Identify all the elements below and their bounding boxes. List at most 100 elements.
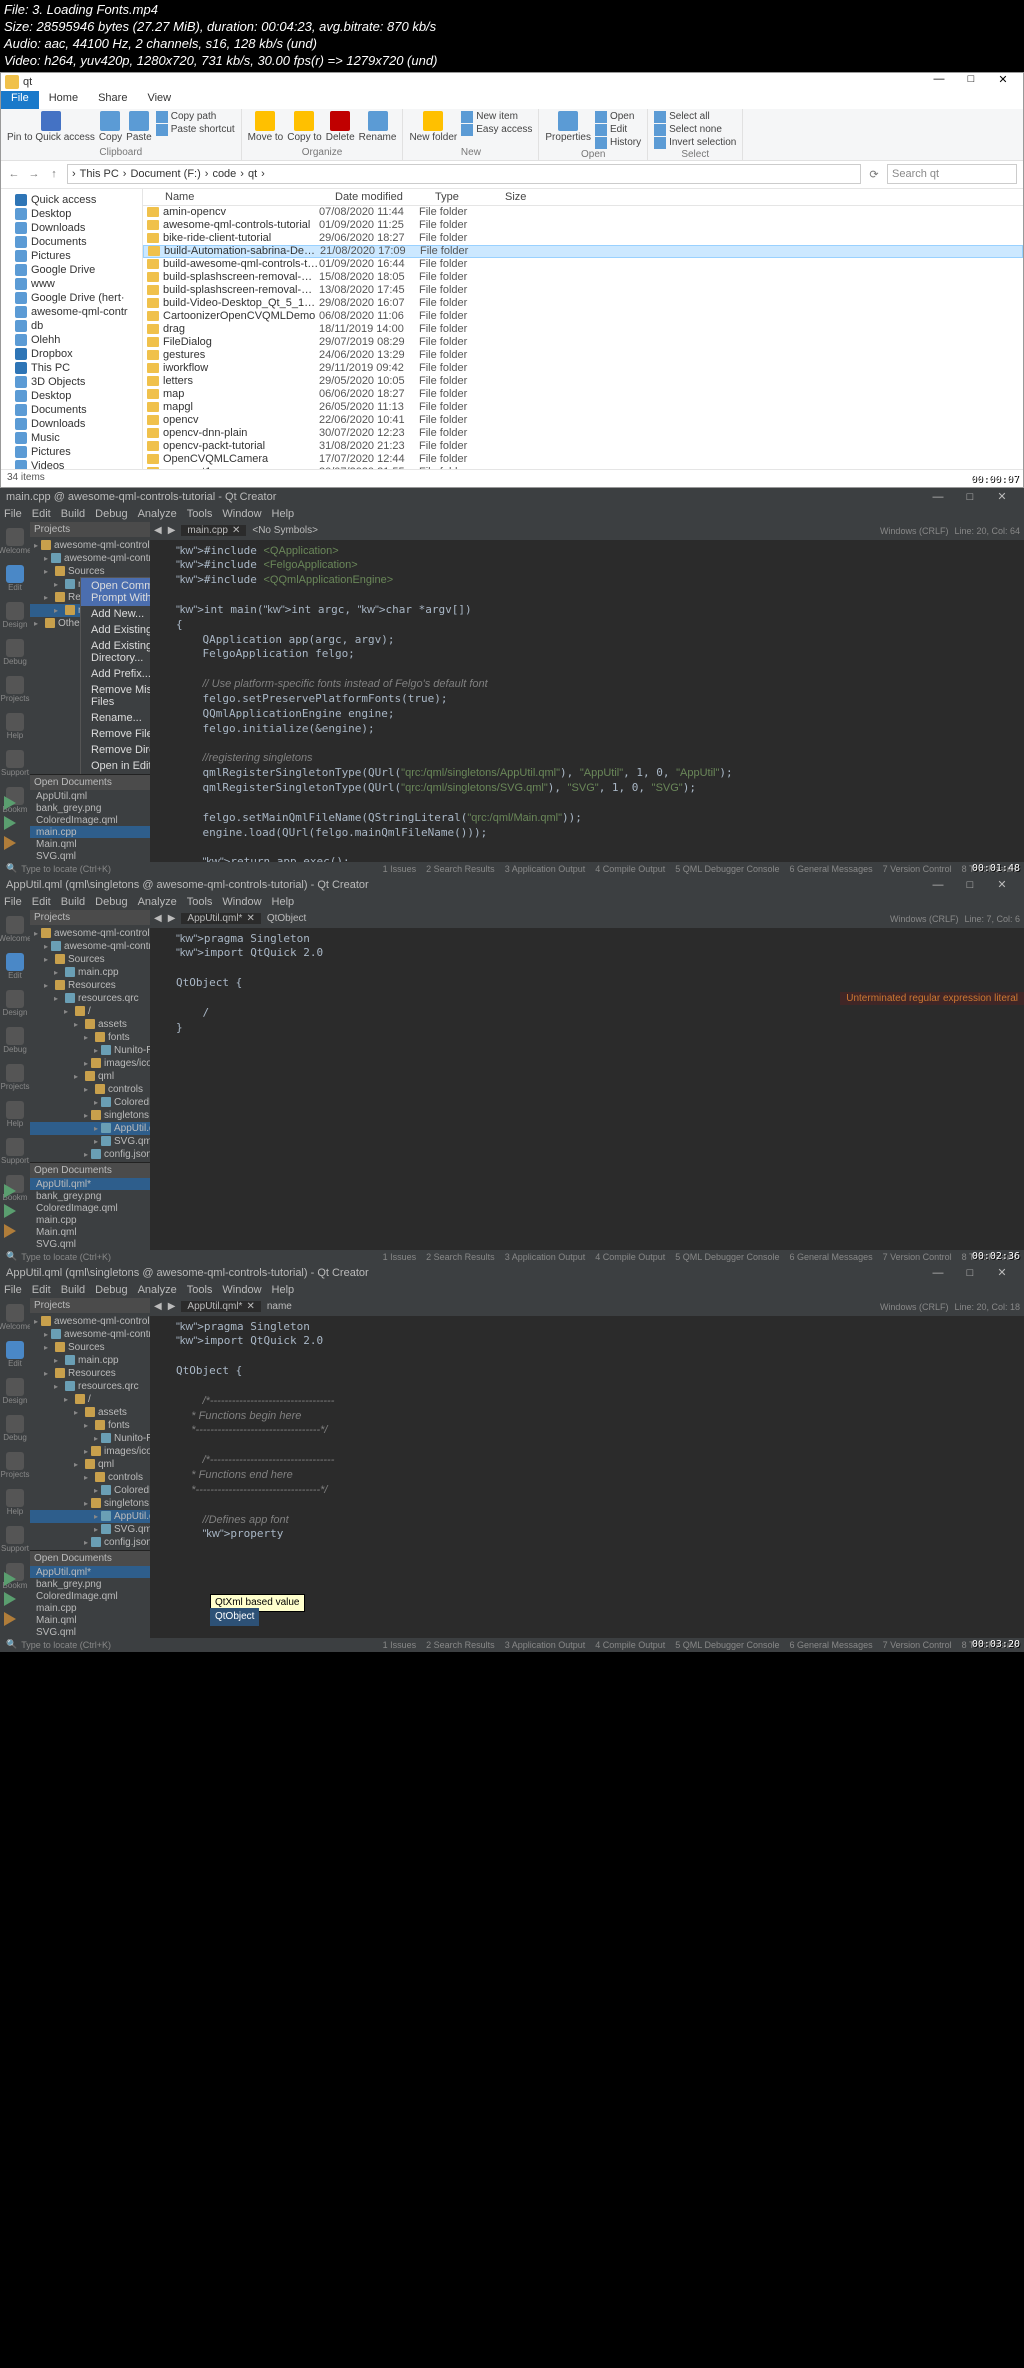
menu-item[interactable]: Edit bbox=[32, 508, 51, 520]
sidebar-item[interactable]: Documents bbox=[1, 235, 142, 249]
tab-share[interactable]: Share bbox=[88, 91, 137, 109]
mode-design[interactable]: Design bbox=[3, 990, 27, 1017]
sidebar-item[interactable]: Dropbox bbox=[1, 347, 142, 361]
sidebar-item[interactable]: Documents bbox=[1, 403, 142, 417]
code-area[interactable]: "kw">pragma Singleton "kw">import QtQuic… bbox=[150, 928, 1024, 1250]
file-row[interactable]: letters29/05/2020 10:05File folder bbox=[143, 375, 1023, 388]
mode-projects[interactable]: Projects bbox=[3, 676, 27, 703]
project-tree[interactable]: ▸awesome-qml-controls-tutorial▸awesome-q… bbox=[30, 537, 150, 774]
encoding[interactable]: Windows (CRLF) bbox=[880, 526, 949, 536]
context-menu-item[interactable]: Add Existing Directory... bbox=[81, 638, 150, 666]
menu-item[interactable]: File bbox=[4, 1284, 22, 1296]
new-folder-button[interactable]: New folder bbox=[409, 111, 457, 143]
new-item[interactable]: New item bbox=[461, 111, 532, 123]
open-doc[interactable]: Main.qml bbox=[30, 1226, 150, 1238]
output-tab[interactable]: 1 Issues bbox=[383, 1252, 417, 1262]
tree-item[interactable]: ▸images/icons bbox=[30, 1057, 150, 1070]
sidebar-item[interactable]: Music bbox=[1, 431, 142, 445]
code-editor[interactable]: ◀▶ AppUtil.qml*✕ QtObject Windows (CRLF)… bbox=[150, 910, 1024, 1250]
output-tab[interactable]: 1 Issues bbox=[383, 864, 417, 874]
mode-projects[interactable]: Projects bbox=[3, 1452, 27, 1479]
open-doc[interactable]: SVG.qml bbox=[30, 850, 150, 862]
tree-item[interactable]: ▸controls bbox=[30, 1083, 150, 1096]
run-button[interactable] bbox=[4, 1184, 16, 1198]
file-row[interactable]: build-awesome-qml-controls-tutorial-Desk… bbox=[143, 258, 1023, 271]
tree-item[interactable]: ▸SVG.qml bbox=[30, 1523, 150, 1536]
mode-support[interactable]: Support bbox=[3, 1138, 27, 1165]
output-tab[interactable]: 2 Search Results bbox=[426, 864, 495, 874]
sidebar-item[interactable]: Downloads bbox=[1, 221, 142, 235]
run-button[interactable] bbox=[4, 796, 16, 810]
tab-file[interactable]: File bbox=[1, 91, 39, 109]
file-row[interactable]: map06/06/2020 18:27File folder bbox=[143, 388, 1023, 401]
tree-item[interactable]: ▸awesome-qml-controls-tutorial bbox=[30, 539, 150, 552]
mode-support[interactable]: Support bbox=[3, 750, 27, 777]
mode-help[interactable]: Help bbox=[3, 1489, 27, 1516]
projects-pane[interactable]: Projects ▸awesome-qml-controls-tutorial▸… bbox=[30, 910, 150, 1250]
tree-item[interactable]: ▸assets bbox=[30, 1406, 150, 1419]
symbols-dropdown[interactable]: QtObject bbox=[267, 913, 306, 924]
sidebar-item[interactable]: 3D Objects bbox=[1, 375, 142, 389]
tree-item[interactable]: ▸resources.qrc bbox=[30, 1380, 150, 1393]
edit-button[interactable]: Edit bbox=[595, 124, 641, 136]
tree-item[interactable]: ▸fonts bbox=[30, 1031, 150, 1044]
open-doc[interactable]: AppUtil.qml* bbox=[30, 1178, 150, 1190]
menu-item[interactable]: Tools bbox=[187, 896, 213, 908]
file-row[interactable]: build-splashscreen-removal-Android_for_a… bbox=[143, 271, 1023, 284]
symbols-dropdown[interactable]: name bbox=[267, 1301, 292, 1312]
menu-item[interactable]: Debug bbox=[95, 896, 127, 908]
tree-item[interactable]: ▸singletons bbox=[30, 1497, 150, 1510]
file-row[interactable]: FileDialog29/07/2019 08:29File folder bbox=[143, 336, 1023, 349]
menu-item[interactable]: Tools bbox=[187, 1284, 213, 1296]
tree-item[interactable]: ▸assets bbox=[30, 1018, 150, 1031]
symbols-dropdown[interactable]: <No Symbols> bbox=[252, 525, 318, 536]
tree-item[interactable]: ▸config.json bbox=[30, 1536, 150, 1549]
tree-item[interactable]: ▸awesome-qml-controls-tutorial.pro bbox=[30, 940, 150, 953]
tree-item[interactable]: ▸awesome-qml-controls-tutorial bbox=[30, 927, 150, 940]
projects-pane[interactable]: Projects ▸awesome-qml-controls-tutorial▸… bbox=[30, 1298, 150, 1638]
autocomplete-tooltip[interactable]: QtObject bbox=[210, 1608, 259, 1626]
close-button[interactable]: ✕ bbox=[986, 490, 1018, 503]
file-row[interactable]: build-Video-Desktop_Qt_5_13_2_MinGW_32_b… bbox=[143, 297, 1023, 310]
sidebar-item[interactable]: Olehh bbox=[1, 333, 142, 347]
mode-welcome[interactable]: Welcome bbox=[3, 528, 27, 555]
tree-item[interactable]: ▸singletons bbox=[30, 1109, 150, 1122]
menu-item[interactable]: Build bbox=[61, 896, 85, 908]
output-tab[interactable]: 3 Application Output bbox=[505, 864, 586, 874]
mode-help[interactable]: Help bbox=[3, 1101, 27, 1128]
open-doc[interactable]: main.cpp bbox=[30, 1602, 150, 1614]
tree-item[interactable]: ▸AppUtil.qml bbox=[30, 1510, 150, 1523]
sidebar-item[interactable]: awesome-qml-contr bbox=[1, 305, 142, 319]
close-button[interactable]: ✕ bbox=[986, 878, 1018, 891]
tree-item[interactable]: ▸awesome-qml-controls-tutorial.pro bbox=[30, 552, 150, 565]
open-doc[interactable]: AppUtil.qml* bbox=[30, 1566, 150, 1578]
explorer-sidebar[interactable]: Quick accessDesktopDownloadsDocumentsPic… bbox=[1, 189, 143, 469]
menu-item[interactable]: Analyze bbox=[138, 508, 177, 520]
editor-tab[interactable]: main.cpp✕ bbox=[181, 525, 246, 536]
crumb[interactable]: Document (F:) bbox=[130, 168, 200, 180]
file-row[interactable]: opencv-t130/07/2020 21:55File folder bbox=[143, 466, 1023, 469]
projects-pane[interactable]: Projects ▸awesome-qml-controls-tutorial▸… bbox=[30, 522, 150, 862]
code-area[interactable]: "kw">#include <QApplication> "kw">#inclu… bbox=[150, 540, 1024, 862]
tree-item[interactable]: ▸qml bbox=[30, 1070, 150, 1083]
copy-path[interactable]: Copy path bbox=[156, 111, 235, 123]
projects-header[interactable]: Projects bbox=[30, 522, 150, 537]
minimize-button[interactable]: — bbox=[922, 491, 954, 503]
context-menu-item[interactable]: Rename... bbox=[81, 710, 150, 726]
sidebar-item[interactable]: Desktop bbox=[1, 207, 142, 221]
run-button[interactable] bbox=[4, 1572, 16, 1586]
paste-button[interactable]: Paste bbox=[126, 111, 152, 143]
menu-bar[interactable]: FileEditBuildDebugAnalyzeToolsWindowHelp bbox=[0, 506, 1024, 522]
moveto-button[interactable]: Move to bbox=[248, 111, 284, 143]
open-doc[interactable]: Main.qml bbox=[30, 1614, 150, 1626]
open-docs-header[interactable]: Open Documents bbox=[30, 775, 150, 790]
output-tab[interactable]: 5 QML Debugger Console bbox=[675, 1252, 779, 1262]
output-tab[interactable]: 3 Application Output bbox=[505, 1252, 586, 1262]
output-tab[interactable]: 5 QML Debugger Console bbox=[675, 1640, 779, 1650]
code-area[interactable]: "kw">pragma Singleton "kw">import QtQuic… bbox=[150, 1316, 1024, 1638]
tree-item[interactable]: ▸images/icons bbox=[30, 1445, 150, 1458]
menu-item[interactable]: Help bbox=[272, 508, 295, 520]
build-button[interactable] bbox=[4, 1612, 16, 1626]
menu-bar[interactable]: FileEditBuildDebugAnalyzeToolsWindowHelp bbox=[0, 894, 1024, 910]
sidebar-item[interactable]: Google Drive bbox=[1, 263, 142, 277]
